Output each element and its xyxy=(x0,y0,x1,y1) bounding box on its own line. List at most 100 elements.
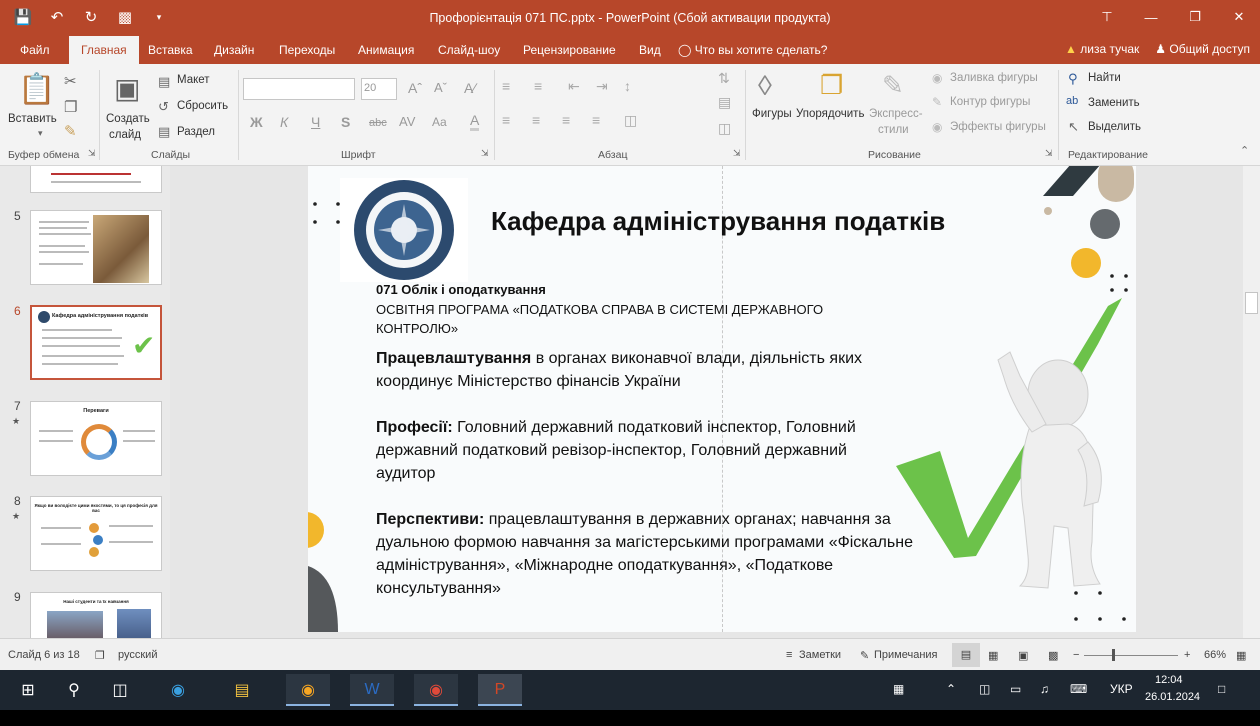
reset-icon[interactable]: ↺ xyxy=(158,99,169,115)
section-icon[interactable]: ▤ xyxy=(158,124,170,140)
slide-thumbnail-8[interactable]: Якщо ви володієте цими якостями, то ця п… xyxy=(30,496,162,571)
spellcheck-icon[interactable]: ❐ xyxy=(95,649,105,662)
zoom-in-button[interactable]: + xyxy=(1184,649,1190,661)
layout-icon[interactable]: ▤ xyxy=(158,74,170,90)
zoom-out-button[interactable]: − xyxy=(1073,649,1079,661)
shape-fill-button[interactable]: Заливка фигуры xyxy=(950,72,1038,84)
quick-styles-label-1[interactable]: Экспресс- xyxy=(869,108,923,120)
change-case-button[interactable]: Aa xyxy=(432,115,447,129)
shape-effects-button[interactable]: Эффекты фигуры xyxy=(950,121,1046,133)
slide-thumbnail-4[interactable] xyxy=(30,166,162,193)
yandex-browser-icon[interactable]: ◉ xyxy=(286,674,330,706)
minimize-button[interactable]: — xyxy=(1138,6,1164,28)
font-size-input[interactable]: 20 xyxy=(361,78,397,100)
justify-icon[interactable]: ≡ xyxy=(592,112,600,128)
scrollbar-thumb[interactable] xyxy=(1245,292,1258,314)
tab-transitions[interactable]: Переходы xyxy=(279,43,335,57)
normal-view-button[interactable]: ▤ xyxy=(952,643,980,667)
touch-keyboard-icon[interactable]: ▦ xyxy=(893,682,904,696)
tab-home[interactable]: Главная xyxy=(69,36,139,64)
clear-format-icon[interactable]: A∕ xyxy=(464,80,476,96)
zoom-slider-track[interactable] xyxy=(1084,655,1178,656)
align-right-icon[interactable]: ≡ xyxy=(562,112,570,128)
new-slide-label-1[interactable]: Создать xyxy=(106,113,150,125)
arrange-icon[interactable]: ❐ xyxy=(820,70,843,101)
section-button[interactable]: Раздел xyxy=(177,126,215,138)
text-direction-icon[interactable]: ⇅ xyxy=(718,70,730,87)
chrome-browser-icon[interactable]: ◉ xyxy=(414,674,458,706)
smartart-icon[interactable]: ◫ xyxy=(718,120,731,137)
numbering-icon[interactable]: ≡ xyxy=(534,78,542,94)
notes-button[interactable]: Заметки xyxy=(799,649,841,661)
layout-button[interactable]: Макет xyxy=(177,74,210,86)
quick-styles-icon[interactable]: ✎ xyxy=(882,70,904,101)
employment-paragraph[interactable]: Працевлаштування в органах виконавчої вл… xyxy=(376,347,936,393)
slide-canvas[interactable]: Кафедра адміністрування податків 071 Обл… xyxy=(308,166,1136,632)
ribbon-display-options-icon[interactable]: ⊤ xyxy=(1094,6,1120,28)
slide-title[interactable]: Кафедра адміністрування податків xyxy=(491,206,945,237)
drawing-launcher-icon[interactable]: ⇲ xyxy=(1045,148,1053,159)
shapes-button[interactable]: Фигуры xyxy=(752,108,792,120)
decrease-indent-icon[interactable]: ⇤ xyxy=(568,78,580,95)
volume-icon[interactable]: ♫ xyxy=(1040,682,1049,696)
strikethrough-button[interactable]: abc xyxy=(369,117,387,129)
keyboard-icon[interactable]: ⌨ xyxy=(1070,682,1087,696)
task-view-icon[interactable]: ◫ xyxy=(98,674,142,706)
underline-button[interactable]: Ч xyxy=(311,114,320,130)
shape-outline-icon[interactable]: ✎ xyxy=(932,95,942,109)
slide-thumbnails-pane[interactable]: 5 6 Кафедра адміністрування податків ✔ 7… xyxy=(0,166,170,638)
replace-icon[interactable]: ab xyxy=(1066,95,1078,107)
slide-sorter-view-button[interactable]: ▦ xyxy=(988,649,998,662)
align-center-icon[interactable]: ≡ xyxy=(532,112,540,128)
font-name-input[interactable] xyxy=(243,78,355,100)
tab-review[interactable]: Рецензирование xyxy=(523,43,616,57)
new-slide-icon[interactable]: ▣ xyxy=(114,72,140,105)
find-button[interactable]: Найти xyxy=(1088,72,1121,84)
close-button[interactable]: ✕ xyxy=(1226,6,1252,28)
replace-button[interactable]: Заменить xyxy=(1088,97,1140,109)
tab-slideshow[interactable]: Слайд-шоу xyxy=(438,43,500,57)
tab-view[interactable]: Вид xyxy=(639,43,661,57)
quick-styles-label-2[interactable]: стили xyxy=(878,124,909,136)
shape-fill-icon[interactable]: ◉ xyxy=(932,71,942,85)
network-icon[interactable]: ◫ xyxy=(979,682,990,696)
zoom-level[interactable]: 66% xyxy=(1204,649,1226,661)
reset-button[interactable]: Сбросить xyxy=(177,100,228,112)
clock-date[interactable]: 26.01.2024 xyxy=(1145,691,1200,703)
education-program-text[interactable]: ОСВІТНЯ ПРОГРАМА «ПОДАТКОВА СПРАВА В СИС… xyxy=(376,300,846,338)
bold-button[interactable]: Ж xyxy=(250,114,263,130)
powerpoint-app-icon[interactable]: P xyxy=(478,674,522,706)
line-spacing-icon[interactable]: ↕ xyxy=(624,78,631,94)
show-hidden-icons-icon[interactable]: ⌃ xyxy=(946,682,956,696)
battery-icon[interactable]: ▭ xyxy=(1010,682,1021,696)
slide-thumbnail-5[interactable] xyxy=(30,210,162,285)
vertical-scrollbar[interactable] xyxy=(1243,166,1260,638)
search-icon[interactable]: ⚲ xyxy=(52,674,96,706)
shapes-icon[interactable]: ◊ xyxy=(758,70,772,102)
copy-icon[interactable]: ❐ xyxy=(64,98,77,116)
paste-dropdown-icon[interactable]: ▾ xyxy=(38,128,43,139)
word-app-icon[interactable]: W xyxy=(350,674,394,706)
clipboard-launcher-icon[interactable]: ⇲ xyxy=(88,148,96,159)
columns-icon[interactable]: ◫ xyxy=(624,112,637,129)
cut-icon[interactable]: ✂ xyxy=(64,72,77,90)
select-icon[interactable]: ↖ xyxy=(1068,119,1079,135)
collapse-ribbon-icon[interactable]: ⌃ xyxy=(1240,144,1249,157)
tab-animations[interactable]: Анимация xyxy=(358,43,414,57)
arrange-button[interactable]: Упорядочить xyxy=(796,108,864,120)
shadow-button[interactable]: S xyxy=(341,114,350,130)
bullets-icon[interactable]: ≡ xyxy=(502,78,510,94)
prospects-paragraph[interactable]: Перспективи: працевлаштування в державни… xyxy=(376,508,936,600)
comments-button[interactable]: Примечания xyxy=(874,649,938,661)
format-painter-icon[interactable]: ✎ xyxy=(64,122,77,140)
find-icon[interactable]: ⚲ xyxy=(1068,71,1078,87)
slide-thumbnail-6[interactable]: Кафедра адміністрування податків ✔ xyxy=(30,305,162,380)
italic-button[interactable]: К xyxy=(280,114,288,130)
language-indicator[interactable]: русский xyxy=(118,649,157,661)
input-language[interactable]: УКР xyxy=(1110,682,1133,696)
slide-thumbnail-9[interactable]: Наші студенти та їх навчання xyxy=(30,592,162,638)
edge-browser-icon[interactable]: ◉ xyxy=(156,674,200,706)
character-spacing-button[interactable]: AV xyxy=(399,114,415,129)
tab-design[interactable]: Дизайн xyxy=(214,43,254,57)
share-button[interactable]: ♟ Общий доступ xyxy=(1155,42,1250,56)
